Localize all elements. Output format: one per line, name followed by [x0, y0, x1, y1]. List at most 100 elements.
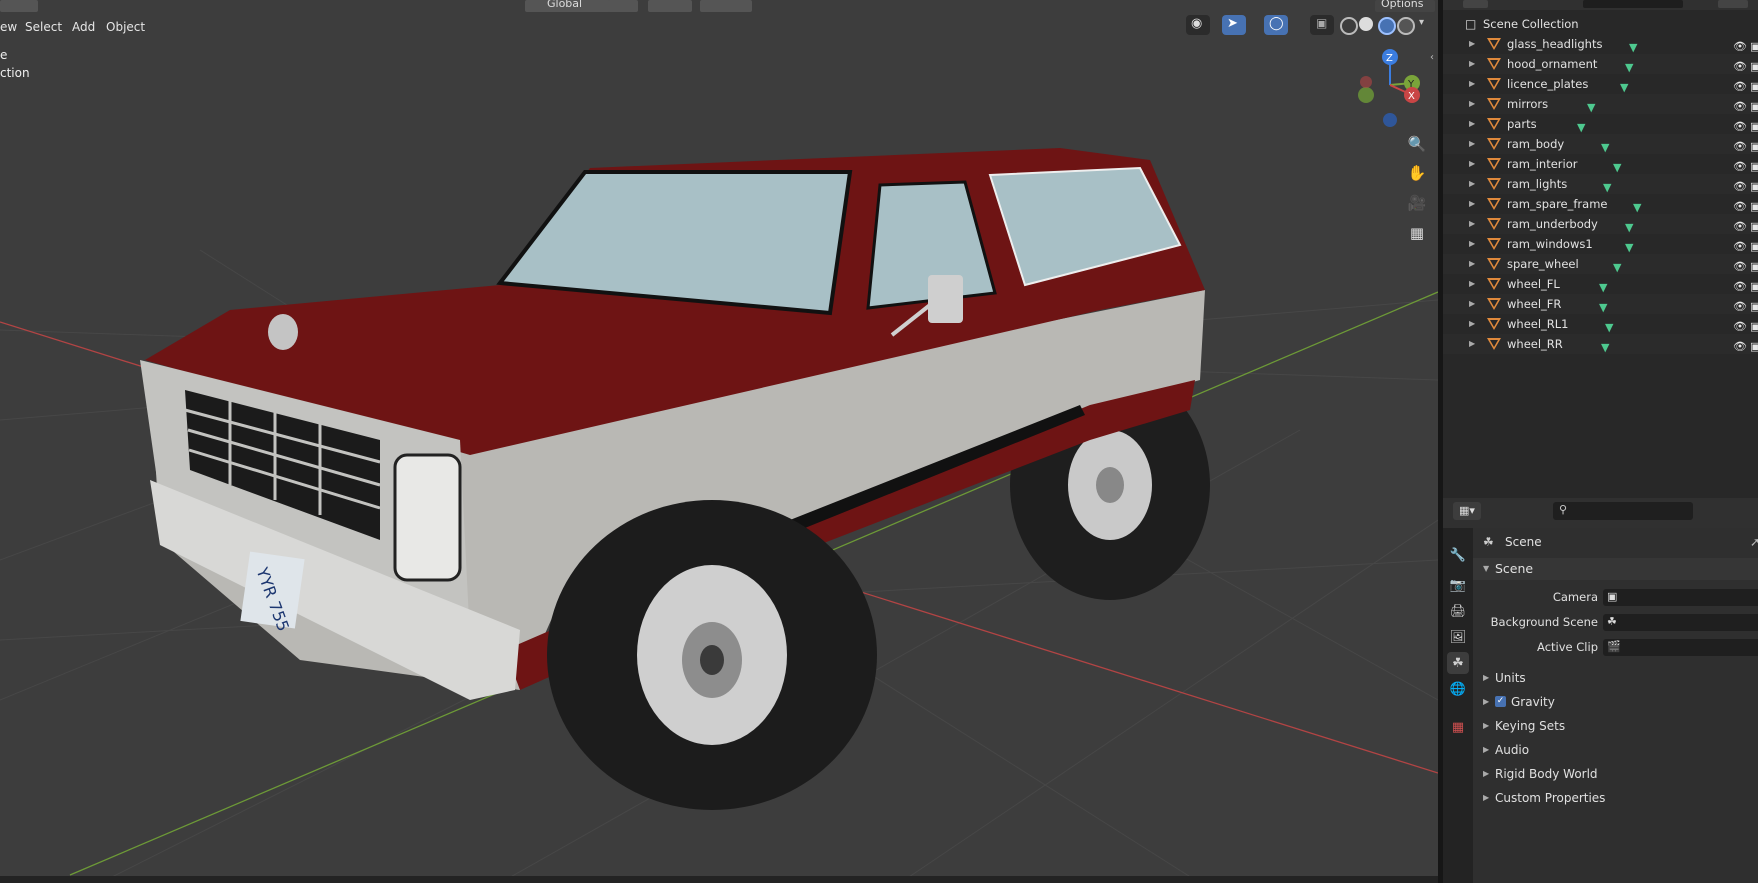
sidebar-toggle-chevron-icon[interactable]: ‹	[1430, 52, 1434, 63]
outliner-item[interactable]: ▶ licence_plates ▼ 👁 ▣	[1443, 74, 1758, 94]
grid-icon[interactable]: ▦	[1404, 220, 1430, 246]
active-clip-field[interactable]: 🎬	[1603, 639, 1758, 656]
gizmo-toggle-icon[interactable]: ➤	[1222, 15, 1246, 35]
outliner-item[interactable]: ▶ wheel_FR ▼ 👁 ▣	[1443, 294, 1758, 314]
outliner-item[interactable]: ▶ ram_spare_frame ▼ 👁 ▣	[1443, 194, 1758, 214]
overlay-toggle-icon[interactable]: ◯	[1264, 15, 1288, 35]
visibility-eye-icon[interactable]: 👁	[1733, 137, 1747, 153]
render-camera-icon[interactable]: ▣	[1750, 237, 1758, 253]
visibility-eye-icon[interactable]: 👁	[1733, 277, 1747, 293]
panel-section-header[interactable]: ▶ Units	[1473, 667, 1758, 689]
menu-add[interactable]: Add	[72, 18, 95, 36]
render-camera-icon[interactable]: ▣	[1750, 97, 1758, 113]
outliner-item[interactable]: ▶ hood_ornament ▼ 👁 ▣	[1443, 54, 1758, 74]
outliner-item[interactable]: ▶ wheel_RR ▼ 👁 ▣	[1443, 334, 1758, 354]
output-tab-icon[interactable]: 🖨	[1447, 600, 1469, 622]
expand-arrow-icon[interactable]: ▶	[1469, 54, 1475, 74]
outliner-item[interactable]: ▶ wheel_RL1 ▼ 👁 ▣	[1443, 314, 1758, 334]
visibility-selector-icon[interactable]: ◉	[1186, 15, 1210, 35]
expand-arrow-icon[interactable]: ▶	[1469, 254, 1475, 274]
expand-arrow-icon[interactable]: ▶	[1469, 314, 1475, 334]
visibility-eye-icon[interactable]: 👁	[1733, 57, 1747, 73]
hand-pan-icon[interactable]: ✋	[1404, 160, 1430, 186]
expand-arrow-icon[interactable]: ▶	[1469, 194, 1475, 214]
outliner-item[interactable]: ▶ ram_body ▼ 👁 ▣	[1443, 134, 1758, 154]
panel-section-header[interactable]: ▶ Custom Properties	[1473, 787, 1758, 809]
solid-shading-icon[interactable]	[1359, 17, 1373, 31]
render-camera-icon[interactable]: ▣	[1750, 277, 1758, 293]
outliner-item[interactable]: ▶ mirrors ▼ 👁 ▣	[1443, 94, 1758, 114]
render-camera-icon[interactable]: ▣	[1750, 157, 1758, 173]
scene-tab-icon[interactable]: ☘	[1447, 652, 1469, 674]
outliner-item[interactable]: ▶ spare_wheel ▼ 👁 ▣	[1443, 254, 1758, 274]
expand-arrow-icon[interactable]: ▶	[1469, 274, 1475, 294]
render-camera-icon[interactable]: ▣	[1750, 137, 1758, 153]
outliner-filter-icon[interactable]	[1718, 0, 1748, 8]
properties-search-input[interactable]: ⚲	[1553, 502, 1693, 520]
menu-view[interactable]: ew	[0, 18, 17, 36]
panel-section-header[interactable]: ▶ ✓ Gravity	[1473, 691, 1758, 713]
outliner-item[interactable]: ▶ wheel_FL ▼ 👁 ▣	[1443, 274, 1758, 294]
options-dropdown[interactable]: Options	[1375, 0, 1435, 12]
camera-icon[interactable]: 🎥	[1404, 190, 1430, 216]
outliner[interactable]: □ Scene Collection ▶ glass_headlights ▼ 👁 ▣ ▶…	[1443, 0, 1758, 498]
tool-tab-icon[interactable]: 🔧	[1447, 544, 1469, 566]
wireframe-shading-icon[interactable]	[1340, 17, 1358, 35]
panel-section-header[interactable]: ▶ Keying Sets	[1473, 715, 1758, 737]
render-camera-icon[interactable]: ▣	[1750, 217, 1758, 233]
visibility-eye-icon[interactable]: 👁	[1733, 77, 1747, 93]
properties-editor[interactable]: ▦▾ ⚲ 🔧 📷 🖨 🖼 ☘ 🌐 ▦ ☘ Scene ➚ ▼ Scene Cam…	[1443, 498, 1758, 883]
camera-field[interactable]: ▣	[1603, 589, 1758, 606]
scene-panel-header[interactable]: ▼ Scene	[1473, 558, 1758, 580]
navigation-gizmo[interactable]: Z Y X	[1350, 45, 1430, 130]
view-layer-tab-icon[interactable]: 🖼	[1447, 626, 1469, 648]
expand-arrow-icon[interactable]: ▶	[1469, 214, 1475, 234]
render-camera-icon[interactable]: ▣	[1750, 117, 1758, 133]
texture-tab-icon[interactable]: ▦	[1447, 716, 1469, 738]
zoom-icon[interactable]: 🔍	[1404, 131, 1430, 157]
panel-section-header[interactable]: ▶ Audio	[1473, 739, 1758, 761]
menu-select[interactable]: Select	[25, 18, 62, 36]
expand-arrow-icon[interactable]: ▶	[1469, 154, 1475, 174]
outliner-item[interactable]: ▶ ram_lights ▼ 👁 ▣	[1443, 174, 1758, 194]
visibility-eye-icon[interactable]: 👁	[1733, 337, 1747, 353]
scene-collection-row[interactable]: □ Scene Collection	[1443, 14, 1758, 34]
outliner-item[interactable]: ▶ ram_underbody ▼ 👁 ▣	[1443, 214, 1758, 234]
snap-toggle[interactable]	[648, 0, 692, 12]
panel-section-header[interactable]: ▶ Rigid Body World	[1473, 763, 1758, 785]
editor-type-button[interactable]	[0, 0, 38, 12]
material-preview-shading-icon[interactable]	[1378, 17, 1396, 35]
expand-arrow-icon[interactable]: ▶	[1469, 294, 1475, 314]
render-camera-icon[interactable]: ▣	[1750, 297, 1758, 313]
expand-arrow-icon[interactable]: ▶	[1469, 94, 1475, 114]
outliner-search-input[interactable]	[1583, 0, 1683, 8]
expand-arrow-icon[interactable]: ▶	[1469, 174, 1475, 194]
visibility-eye-icon[interactable]: 👁	[1733, 117, 1747, 133]
visibility-eye-icon[interactable]: 👁	[1733, 177, 1747, 193]
visibility-eye-icon[interactable]: 👁	[1733, 197, 1747, 213]
gravity-checkbox[interactable]: ✓	[1495, 696, 1506, 707]
render-camera-icon[interactable]: ▣	[1750, 337, 1758, 353]
visibility-eye-icon[interactable]: 👁	[1733, 297, 1747, 313]
world-tab-icon[interactable]: 🌐	[1447, 678, 1469, 700]
render-camera-icon[interactable]: ▣	[1750, 257, 1758, 273]
outliner-display-mode-icon[interactable]	[1463, 0, 1488, 8]
expand-arrow-icon[interactable]: ▶	[1469, 134, 1475, 154]
outliner-item[interactable]: ▶ ram_windows1 ▼ 👁 ▣	[1443, 234, 1758, 254]
render-camera-icon[interactable]: ▣	[1750, 177, 1758, 193]
visibility-eye-icon[interactable]: 👁	[1733, 257, 1747, 273]
render-camera-icon[interactable]: ▣	[1750, 197, 1758, 213]
mesh-data-icon[interactable]: ▼	[1601, 338, 1609, 358]
visibility-eye-icon[interactable]: 👁	[1733, 97, 1747, 113]
render-camera-icon[interactable]: ▣	[1750, 37, 1758, 53]
visibility-eye-icon[interactable]: 👁	[1733, 157, 1747, 173]
editor-type-icon[interactable]: ▦▾	[1453, 502, 1481, 520]
truck-model[interactable]: YYR 755	[0, 0, 1438, 883]
expand-arrow-icon[interactable]: ▶	[1469, 114, 1475, 134]
visibility-eye-icon[interactable]: 👁	[1733, 217, 1747, 233]
background-scene-field[interactable]: ☘	[1603, 614, 1758, 631]
proportional-edit-toggle[interactable]	[700, 0, 752, 12]
menu-object[interactable]: Object	[106, 18, 145, 36]
visibility-eye-icon[interactable]: 👁	[1733, 37, 1747, 53]
shading-options-chevron-icon[interactable]: ▾	[1419, 17, 1424, 28]
